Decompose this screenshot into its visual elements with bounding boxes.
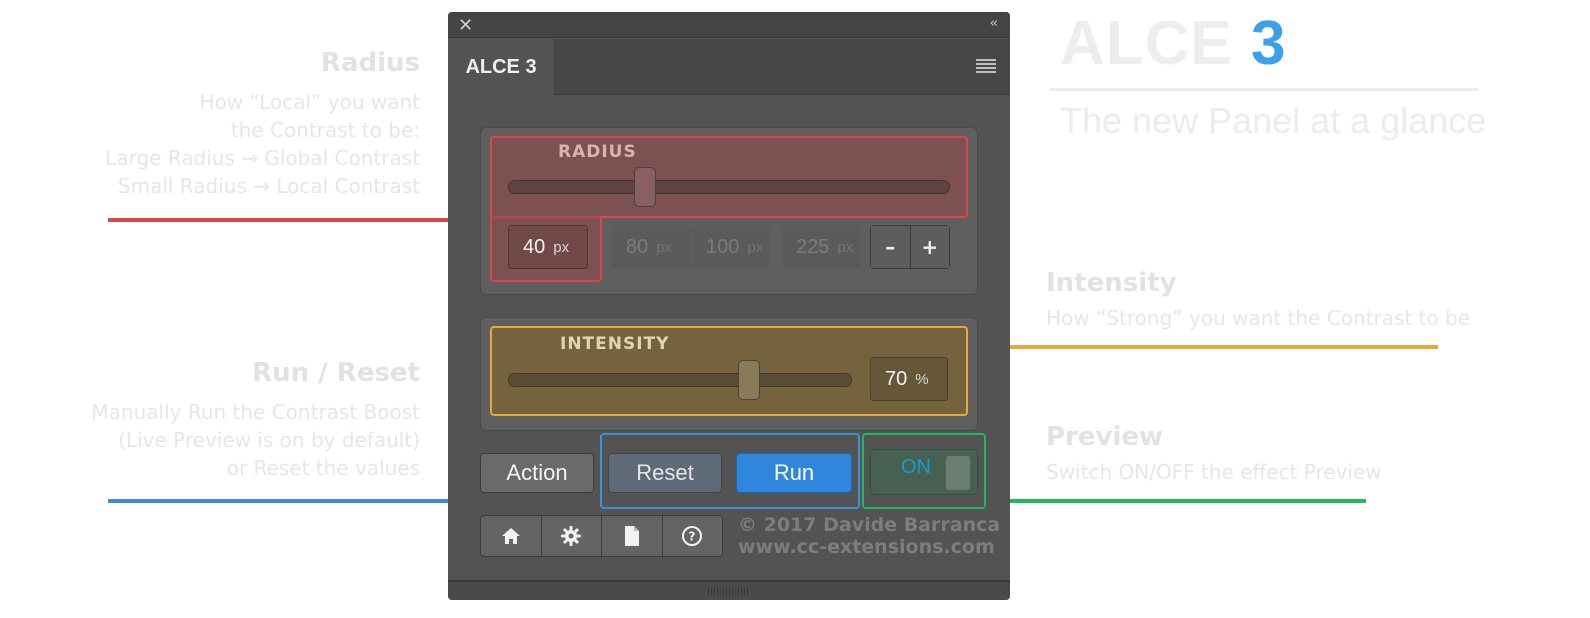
run-reset-annotation-title: Run / Reset	[252, 358, 420, 388]
preset-unit: px	[656, 238, 673, 256]
action-button[interactable]: Action	[480, 453, 594, 493]
brand-divider	[1050, 88, 1478, 91]
alce-panel: ✕ ‹‹ ALCE 3 RADIUS 40 px 80 px 100 px 22…	[448, 12, 1010, 600]
tab-alce[interactable]: ALCE 3	[448, 39, 554, 95]
radius-value-field[interactable]: 40 px	[508, 225, 588, 269]
intensity-unit: %	[915, 370, 929, 388]
preset-value: 80	[626, 235, 649, 258]
radius-leader-line	[108, 218, 490, 222]
intensity-annotation-title: Intensity	[1046, 268, 1177, 298]
preset-value: 225	[796, 235, 830, 258]
preview-annotation: Preview Switch ON/OFF the effect Preview	[1046, 422, 1382, 486]
minus-button[interactable]: –	[871, 226, 911, 268]
radius-label: RADIUS	[558, 142, 637, 162]
plus-button[interactable]: +	[910, 226, 949, 268]
panel-footer	[448, 580, 1010, 600]
brand-tagline: The new Panel at a glance	[1060, 100, 1487, 141]
intensity-slider-thumb[interactable]	[737, 360, 760, 400]
preview-toggle[interactable]: ON	[870, 449, 978, 495]
preset-value: 100	[706, 235, 740, 258]
intensity-value: 70	[885, 367, 908, 390]
run-reset-annotation-line: (Live Preview is on by default)	[118, 428, 420, 452]
radius-annotation-line: the Contrast to be:	[230, 118, 420, 142]
run-reset-annotation-line: Manually Run the Contrast Boost	[91, 400, 420, 424]
document-button[interactable]	[602, 516, 663, 556]
preview-annotation-line: Switch ON/OFF the effect Preview	[1046, 460, 1382, 484]
panel-titlebar: ✕ ‹‹	[448, 12, 1010, 38]
radius-annotation-line: How “Local” you want	[199, 90, 420, 114]
preset-unit: px	[747, 238, 764, 256]
brand-title: ALCE 3	[1060, 8, 1287, 79]
intensity-label: INTENSITY	[560, 334, 670, 354]
run-reset-annotation: Run / Reset Manually Run the Contrast Bo…	[91, 358, 420, 482]
home-button[interactable]	[481, 516, 542, 556]
run-reset-annotation-line: or Reset the values	[226, 456, 420, 480]
radius-annotation-title: Radius	[320, 48, 420, 78]
radius-slider-track[interactable]	[508, 180, 950, 194]
radius-stepper: – +	[870, 225, 950, 269]
document-icon	[624, 526, 639, 546]
preview-toggle-knob	[945, 455, 971, 491]
radius-annotation-line: Large Radius → Global Contrast	[105, 146, 420, 170]
help-icon: ?	[682, 526, 703, 546]
radius-unit: px	[553, 238, 570, 256]
intensity-leader-line	[968, 345, 1438, 349]
brand-name: ALCE	[1060, 9, 1233, 78]
radius-preset-225[interactable]: 225 px	[782, 225, 860, 269]
preset-unit: px	[837, 238, 854, 256]
intensity-annotation-line: How “Strong” you want the Contrast to be	[1046, 306, 1471, 330]
radius-preset-100[interactable]: 100 px	[692, 225, 770, 269]
intensity-value-field[interactable]: 70 %	[870, 357, 948, 401]
run-button[interactable]: Run	[736, 453, 852, 493]
close-icon[interactable]: ✕	[458, 15, 473, 36]
radius-preset-80[interactable]: 80 px	[612, 225, 690, 269]
reset-button[interactable]: Reset	[608, 453, 722, 493]
svg-text:?: ?	[689, 530, 696, 544]
preview-leader-line	[986, 499, 1366, 503]
settings-button[interactable]	[541, 516, 602, 556]
website-text: www.cc-extensions.com	[738, 536, 995, 558]
panel-tabbar: ALCE 3	[448, 39, 1010, 95]
home-icon	[501, 528, 520, 544]
gear-icon	[561, 526, 582, 546]
radius-slider-thumb[interactable]	[634, 167, 657, 207]
radius-annotation-line: Small Radius → Local Contrast	[117, 174, 420, 198]
preview-annotation-title: Preview	[1046, 422, 1164, 452]
radius-value: 40	[523, 235, 546, 258]
preview-toggle-label: ON	[901, 456, 931, 478]
collapse-icon[interactable]: ‹‹	[990, 16, 999, 31]
intensity-slider-track[interactable]	[508, 373, 852, 387]
copyright-text: © 2017 Davide Barranca	[738, 514, 1001, 536]
footer-icon-bar: ?	[480, 515, 723, 557]
brand-number: 3	[1251, 9, 1287, 78]
help-button[interactable]: ?	[662, 516, 722, 556]
resize-grip[interactable]	[708, 587, 748, 595]
intensity-annotation: Intensity How “Strong” you want the Cont…	[1046, 268, 1470, 332]
panel-menu-icon[interactable]	[976, 59, 996, 73]
radius-annotation: Radius How “Local” you want the Contrast…	[105, 48, 420, 200]
